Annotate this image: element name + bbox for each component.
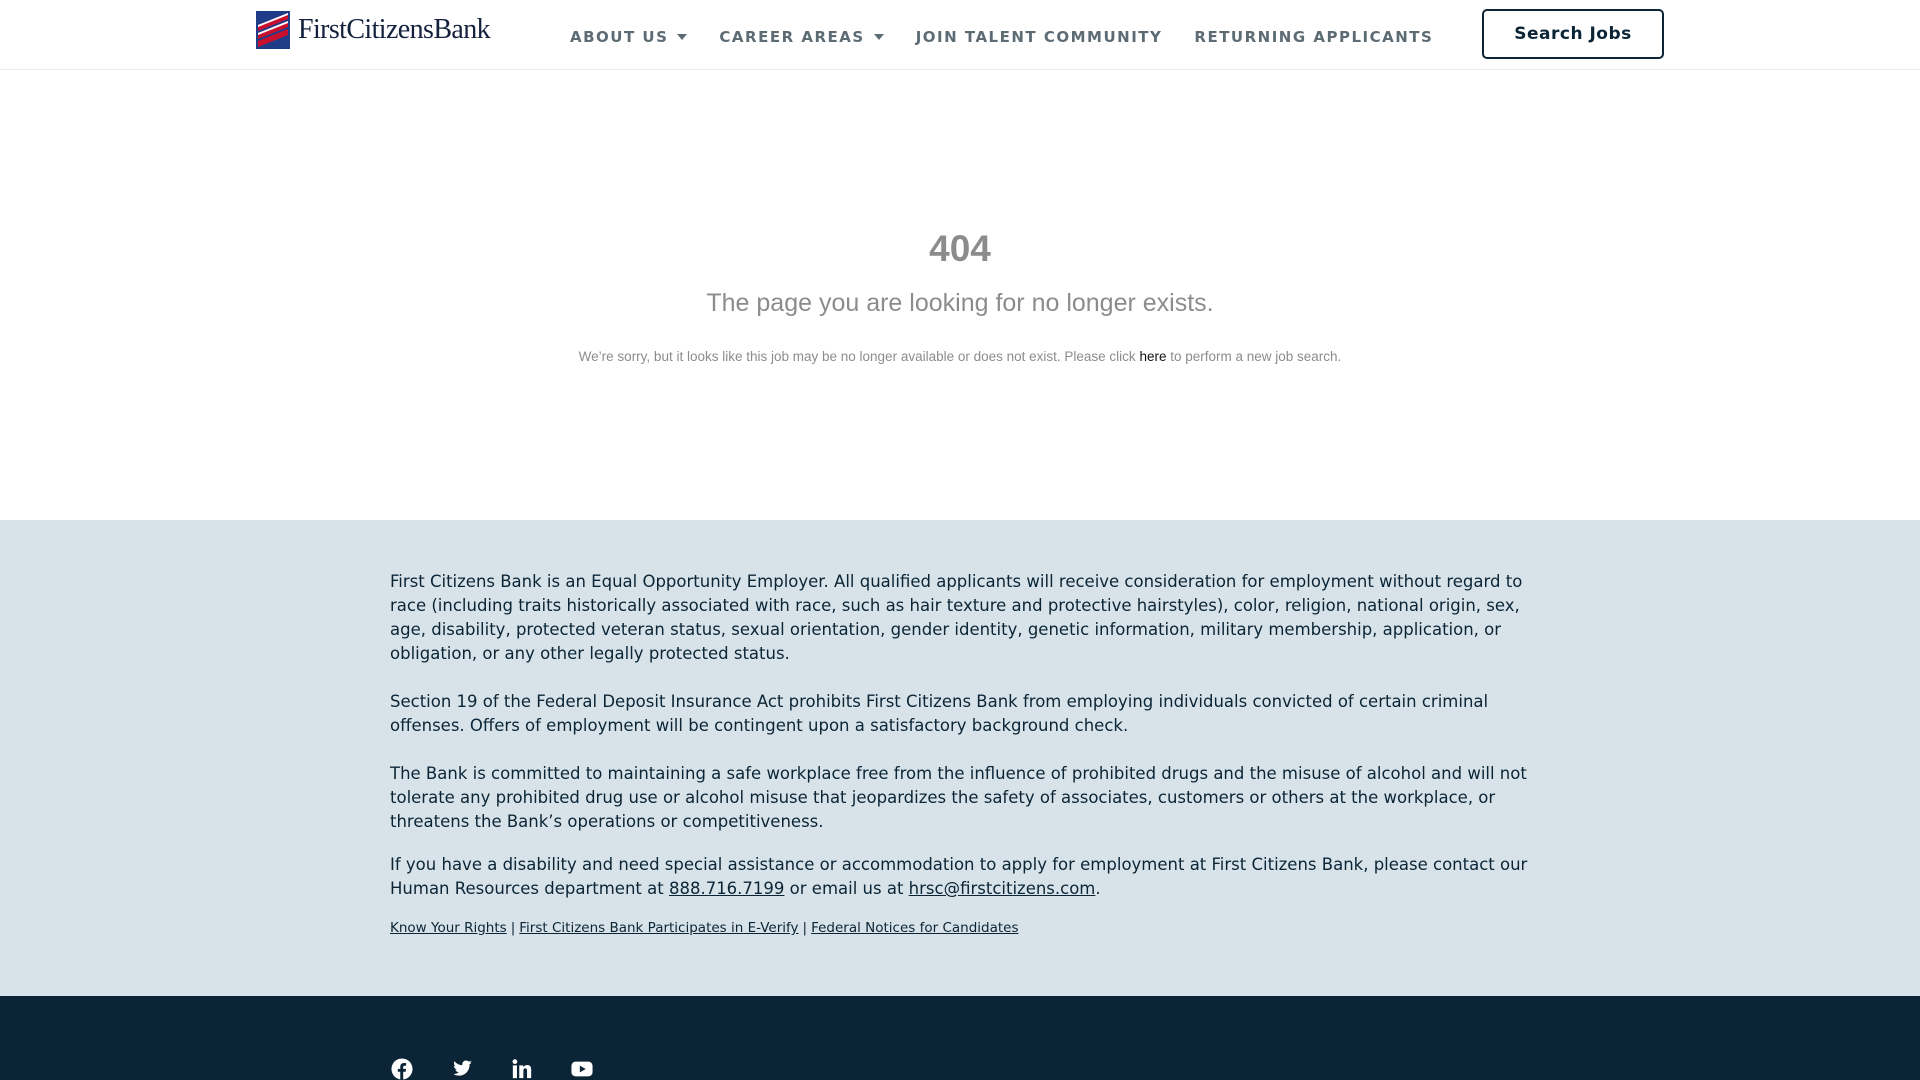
- error-message-text-end: to perform a new job search.: [1166, 349, 1342, 364]
- nav-returning-applicants[interactable]: RETURNING APPLICANTS: [1194, 28, 1433, 46]
- twitter-icon[interactable]: [450, 1058, 474, 1080]
- search-jobs-button[interactable]: Search Jobs: [1482, 9, 1664, 59]
- nav-about-us[interactable]: ABOUT US: [570, 28, 688, 46]
- drug-free-statement: The Bank is committed to maintaining a s…: [390, 764, 1527, 831]
- flag-logo-icon: [256, 11, 290, 49]
- caret-down-icon: [873, 34, 884, 40]
- error-message-text: We’re sorry, but it looks like this job …: [578, 349, 1140, 364]
- logo-text: FirstCitizensBank: [298, 14, 491, 45]
- site-header: FirstCitizensBank ABOUT US CAREER AREAS …: [0, 0, 1920, 70]
- nav-label: ABOUT US: [570, 28, 669, 46]
- accommodation-text-mid: or email us at: [784, 879, 909, 898]
- phone-link[interactable]: 888.716.7199: [669, 879, 784, 898]
- link-separator: |: [802, 920, 808, 936]
- error-section: 404 The page you are looking for no long…: [0, 71, 1920, 520]
- nav-label: JOIN TALENT COMMUNITY: [915, 28, 1163, 46]
- legal-section: First Citizens Bank is an Equal Opportun…: [0, 520, 1920, 996]
- accommodation-text-end: .: [1095, 879, 1101, 898]
- social-links: [390, 1058, 630, 1080]
- caret-down-icon: [677, 34, 688, 40]
- error-title: The page you are looking for no longer e…: [706, 289, 1214, 317]
- error-code: 404: [929, 228, 991, 269]
- link-separator: |: [510, 920, 516, 936]
- main-nav: ABOUT US CAREER AREAS JOIN TALENT COMMUN…: [570, 28, 1465, 46]
- nav-career-areas[interactable]: CAREER AREAS: [719, 28, 884, 46]
- legal-content: First Citizens Bank is an Equal Opportun…: [390, 570, 1540, 936]
- nav-label: CAREER AREAS: [719, 28, 865, 46]
- federal-notices-link[interactable]: Federal Notices for Candidates: [811, 920, 1018, 936]
- nav-join-talent-community[interactable]: JOIN TALENT COMMUNITY: [916, 28, 1163, 46]
- new-search-link[interactable]: here: [1139, 349, 1166, 364]
- fdic-statement: Section 19 of the Federal Deposit Insura…: [390, 692, 1489, 735]
- error-message: We’re sorry, but it looks like this job …: [0, 349, 1920, 364]
- email-link[interactable]: hrsc@firstcitizens.com: [909, 879, 1096, 898]
- accommodation-statement: If you have a disability and need specia…: [390, 853, 1540, 901]
- e-verify-link[interactable]: First Citizens Bank Participates in E-Ve…: [519, 920, 798, 936]
- eeo-statement: First Citizens Bank is an Equal Opportun…: [390, 572, 1523, 663]
- first-citizens-logo[interactable]: FirstCitizensBank: [256, 10, 491, 50]
- know-your-rights-link[interactable]: Know Your Rights: [390, 920, 507, 936]
- facebook-icon[interactable]: [390, 1058, 414, 1080]
- legal-links: Know Your Rights | First Citizens Bank Par…: [390, 920, 1540, 936]
- linkedin-icon[interactable]: [510, 1058, 534, 1080]
- youtube-icon[interactable]: [570, 1058, 594, 1080]
- site-footer: [0, 996, 1920, 1080]
- nav-label: RETURNING APPLICANTS: [1194, 28, 1434, 46]
